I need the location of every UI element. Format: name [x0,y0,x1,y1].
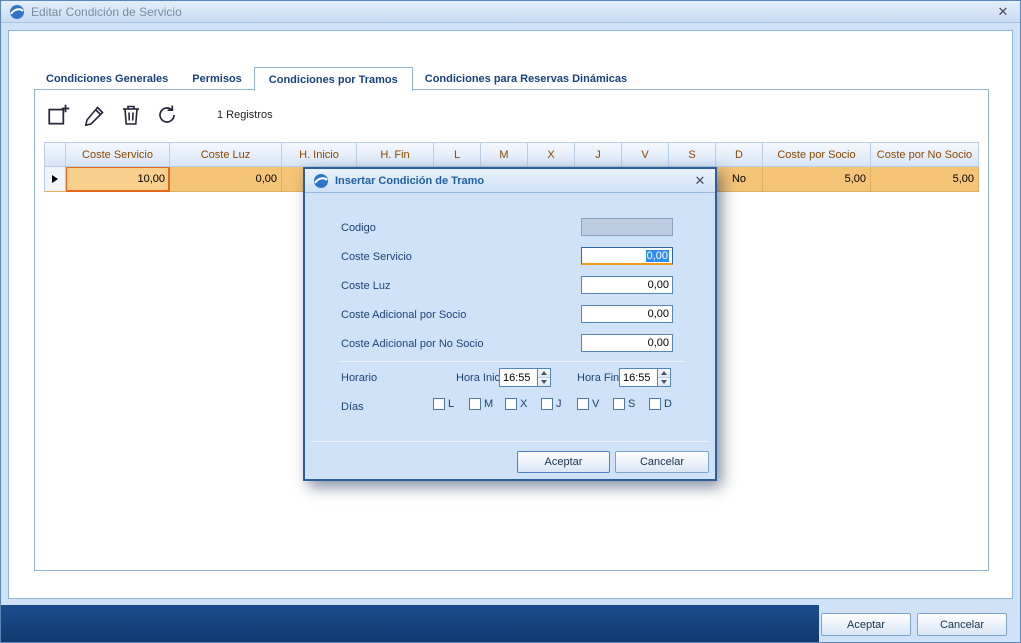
footer-accent-bar [1,605,819,642]
coste-luz-field[interactable]: 0,00 [581,276,673,294]
modal-cancel-button[interactable]: Cancelar [615,451,709,473]
modal-accept-button[interactable]: Aceptar [517,451,610,473]
grid-header-coste-por-socio[interactable]: Coste por Socio [763,142,871,167]
codigo-field [581,218,673,236]
spin-down-icon[interactable] [658,377,670,386]
coste-servicio-label: Coste Servicio [341,251,412,263]
cell-coste-por-no-socio[interactable]: 5,00 [871,167,979,192]
insert-tramo-modal: Insertar Condición de Tramo ✕ Codigo Cos… [303,167,717,481]
cell-coste-por-socio[interactable]: 5,00 [763,167,871,192]
modal-close-icon[interactable]: ✕ [691,172,709,190]
add-record-button[interactable] [45,101,73,129]
hora-inicio-spin-buttons [537,369,550,386]
tab-condiciones-reservas-dinamicas[interactable]: Condiciones para Reservas Dinámicas [413,68,639,90]
spin-up-icon[interactable] [658,369,670,377]
hora-inicio-spinner[interactable]: 16:55 [499,368,551,387]
separator [339,361,685,362]
day-checkbox-l[interactable]: L [433,398,454,410]
day-checkbox-v[interactable]: V [577,398,599,410]
edit-record-button[interactable] [81,101,109,129]
separator [311,441,709,442]
hora-fin-spinner[interactable]: 16:55 [619,368,671,387]
modal-titlebar: Insertar Condición de Tramo ✕ [305,169,715,193]
grid-header-indicator [44,142,66,167]
grid-header-x[interactable]: X [528,142,575,167]
checkbox-icon[interactable] [469,398,481,410]
cell-d[interactable]: No [716,167,763,192]
grid-header-l[interactable]: L [434,142,481,167]
coste-servicio-selected-text: 0,00 [646,250,669,262]
cell-coste-servicio[interactable]: 10,00 [66,167,170,192]
grid-header-coste-servicio[interactable]: Coste Servicio [66,142,170,167]
accept-button[interactable]: Aceptar [821,613,911,636]
grid-header-row: Coste Servicio Coste Luz H. Inicio H. Fi… [44,142,979,167]
day-checkbox-s[interactable]: S [613,398,635,410]
hora-fin-label: Hora Fin [577,372,619,384]
tab-permisos[interactable]: Permisos [180,68,254,90]
checkbox-icon[interactable] [541,398,553,410]
checkbox-icon[interactable] [433,398,445,410]
grid-header-coste-por-no-socio[interactable]: Coste por No Socio [871,142,979,167]
grid-toolbar: 1 Registros [45,100,273,130]
refresh-button[interactable] [153,101,181,129]
day-checkbox-d[interactable]: D [649,398,672,410]
coste-luz-label: Coste Luz [341,280,391,292]
coste-adicional-socio-label: Coste Adicional por Socio [341,309,466,321]
hora-fin-value: 16:55 [620,369,657,386]
edit-service-condition-window: Editar Condición de Servicio ✕ Condicion… [0,0,1021,643]
grid-header-h-fin[interactable]: H. Fin [357,142,434,167]
grid-header-d[interactable]: D [716,142,763,167]
day-checkbox-x[interactable]: X [505,398,527,410]
row-indicator-icon [52,175,58,183]
grid-header-coste-luz[interactable]: Coste Luz [170,142,282,167]
checkbox-icon[interactable] [577,398,589,410]
tab-condiciones-generales[interactable]: Condiciones Generales [34,68,180,90]
checkbox-icon[interactable] [505,398,517,410]
coste-adicional-socio-field[interactable]: 0,00 [581,305,673,323]
coste-adicional-no-socio-field[interactable]: 0,00 [581,334,673,352]
codigo-label: Codigo [341,222,376,234]
grid-header-h-inicio[interactable]: H. Inicio [282,142,357,167]
window-titlebar: Editar Condición de Servicio ✕ [1,1,1020,23]
checkbox-icon[interactable] [649,398,661,410]
app-icon [9,4,25,20]
grid-header-v[interactable]: V [622,142,669,167]
close-icon[interactable]: ✕ [994,3,1012,21]
row-indicator-cell [44,167,66,192]
grid-header-j[interactable]: J [575,142,622,167]
grid-header-s[interactable]: S [669,142,716,167]
app-icon [313,173,329,189]
cell-coste-luz[interactable]: 0,00 [170,167,282,192]
hora-fin-spin-buttons [657,369,670,386]
modal-title: Insertar Condición de Tramo [335,175,484,187]
delete-record-button[interactable] [117,101,145,129]
checkbox-icon[interactable] [613,398,625,410]
hora-inicio-value: 16:55 [500,369,537,386]
day-checkbox-j[interactable]: J [541,398,562,410]
tab-strip: Condiciones Generales Permisos Condicion… [34,66,639,90]
spin-down-icon[interactable] [538,377,550,386]
day-checkbox-m[interactable]: M [469,398,493,410]
cancel-button[interactable]: Cancelar [917,613,1007,636]
tab-condiciones-por-tramos[interactable]: Condiciones por Tramos [254,67,413,91]
records-count-label: 1 Registros [217,109,273,121]
coste-adicional-no-socio-label: Coste Adicional por No Socio [341,338,483,350]
dias-label: Días [341,401,364,413]
window-title: Editar Condición de Servicio [31,5,182,19]
coste-servicio-field[interactable]: 0,00 [581,247,673,265]
spin-up-icon[interactable] [538,369,550,377]
grid-header-m[interactable]: M [481,142,528,167]
horario-label: Horario [341,372,377,384]
